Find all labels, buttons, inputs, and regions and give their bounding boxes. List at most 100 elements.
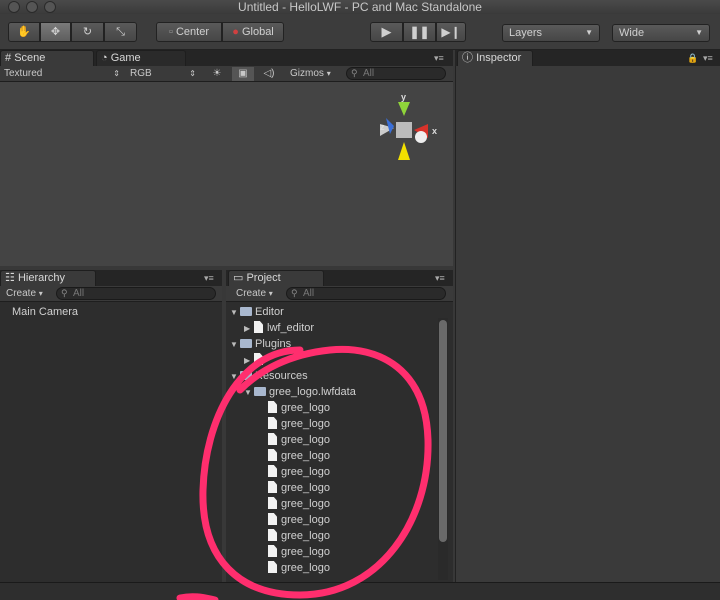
tab-inspector[interactable]: ⓘ Inspector <box>457 50 533 66</box>
step-button[interactable]: ▶❙ <box>436 22 466 42</box>
project-tree-row[interactable]: ▼ Editor <box>230 304 284 320</box>
inspector-body <box>455 66 720 582</box>
expand-arrow-down-icon[interactable]: ▼ <box>230 369 240 385</box>
hierarchy-search-placeholder: All <box>73 288 85 299</box>
project-tree-label: gree_logo <box>281 418 330 430</box>
hand-tool-button[interactable]: ✋ <box>8 22 40 42</box>
panel-menu-icon[interactable]: ▾≡ <box>703 53 713 64</box>
main-toolbar: ✋ ✥ ↻ ⤡ ▫ Center ● Global ▶ ❚❚ ▶❙ Layers <box>0 14 720 50</box>
move-tool-icon: ✥ <box>50 26 61 38</box>
lock-icon[interactable]: 🔒 <box>687 53 698 64</box>
project-tree-row[interactable]: ▼ Plugins <box>230 336 291 352</box>
pivot-center-button[interactable]: ▫ Center <box>156 22 222 42</box>
space-global-button[interactable]: ● Global <box>222 22 284 42</box>
close-window-button[interactable] <box>8 1 20 13</box>
expand-arrow-down-icon[interactable]: ▼ <box>230 337 240 353</box>
project-tree-row[interactable]: ▶ <box>244 352 267 368</box>
project-tabstrip: ▭ Project ▾≡ <box>226 270 453 286</box>
minimize-window-button[interactable] <box>26 1 38 13</box>
fx-toggle[interactable]: ▣ <box>232 67 254 81</box>
pause-icon: ❚❚ <box>409 25 430 39</box>
gizmo-neg-y-axis[interactable] <box>398 142 410 160</box>
project-tree-row[interactable]: gree_logo <box>258 512 330 528</box>
layout-dropdown[interactable]: Wide ▼ <box>612 24 710 42</box>
project-tree-row[interactable]: gree_logo <box>258 544 330 560</box>
project-scrollbar-thumb[interactable] <box>439 320 447 542</box>
layers-dropdown[interactable]: Layers ▼ <box>502 24 600 42</box>
gizmo-y-axis[interactable] <box>398 102 410 116</box>
project-tree-row[interactable]: ▼ Resources <box>230 368 308 384</box>
layers-label: Layers <box>509 27 543 39</box>
game-icon: ◔ <box>101 52 108 64</box>
pivot-icon: ▫ <box>169 26 173 38</box>
file-icon <box>268 401 277 413</box>
gizmo-center-cube[interactable] <box>396 122 412 138</box>
project-tree-row[interactable]: gree_logo <box>258 400 330 416</box>
project-tree-label: gree_logo <box>281 514 330 526</box>
expand-arrow-down-icon[interactable]: ▼ <box>244 385 254 401</box>
scene-control-bar: Textured ⇕ RGB ⇕ ☀ ▣ ◁) Gizmos ▾ ⚲ All <box>0 66 453 82</box>
project-tree-row[interactable]: gree_logo <box>258 560 330 576</box>
project-tree-label: gree_logo <box>281 434 330 446</box>
panel-menu-icon[interactable]: ▾≡ <box>204 273 214 284</box>
project-tree-row[interactable]: gree_logo <box>258 448 330 464</box>
render-mode-dropdown[interactable]: Textured ⇕ <box>4 67 122 81</box>
project-scrollbar[interactable] <box>438 318 448 580</box>
project-tree-label: gree_logo <box>281 546 330 558</box>
hierarchy-list: Main Camera <box>0 302 222 582</box>
play-button[interactable]: ▶ <box>370 22 403 42</box>
tab-hierarchy[interactable]: ☷ Hierarchy <box>0 270 96 286</box>
project-create-label: Create <box>236 288 267 299</box>
scene-orientation-gizmo[interactable]: y x z <box>366 90 446 170</box>
project-tree-row[interactable]: gree_logo <box>258 432 330 448</box>
project-tree-label: gree_logo.lwfdata <box>269 386 356 398</box>
panel-menu-icon[interactable]: ▾≡ <box>434 53 444 64</box>
project-tree-label: Plugins <box>255 338 292 350</box>
color-mode-dropdown[interactable]: RGB ⇕ <box>130 67 200 81</box>
gizmos-dropdown[interactable]: Gizmos ▾ <box>290 67 340 81</box>
tab-game[interactable]: ◔ Game <box>96 50 186 66</box>
expand-arrow-right-icon[interactable]: ▶ <box>244 321 254 337</box>
hierarchy-tabstrip: ☷ Hierarchy ▾≡ <box>0 270 222 286</box>
audio-toggle[interactable]: ◁) <box>260 67 278 81</box>
project-tree-row[interactable]: ▶ lwf_editor <box>244 320 314 336</box>
hierarchy-create-dropdown[interactable]: Create ▾ <box>6 287 50 301</box>
tab-scene[interactable]: # Scene <box>0 50 94 66</box>
file-icon <box>254 353 263 365</box>
project-tree-row[interactable]: gree_logo <box>258 528 330 544</box>
move-tool-button[interactable]: ✥ <box>40 22 71 42</box>
project-tree-row[interactable]: gree_logo <box>258 480 330 496</box>
hierarchy-search-input[interactable]: ⚲ All <box>56 287 216 300</box>
zoom-window-button[interactable] <box>44 1 56 13</box>
scale-tool-button[interactable]: ⤡ <box>104 22 137 42</box>
project-tree-label: gree_logo <box>281 498 330 510</box>
project-tree-row[interactable]: gree_logo <box>258 416 330 432</box>
expand-arrow-right-icon[interactable]: ▶ <box>244 353 254 369</box>
project-control-bar: Create ▾ ⚲ All <box>226 286 453 302</box>
folder-icon <box>240 307 252 316</box>
inspector-tabstrip: ⓘ Inspector 🔒 ▾≡ <box>455 50 720 66</box>
file-icon <box>268 481 277 493</box>
tab-project[interactable]: ▭ Project <box>228 270 324 286</box>
gizmos-label: Gizmos <box>290 68 324 79</box>
project-tree-row[interactable]: ▼ gree_logo.lwfdata <box>244 384 356 400</box>
project-create-dropdown[interactable]: Create ▾ <box>236 287 280 301</box>
project-tree-label: Resources <box>255 370 308 382</box>
gizmo-neg-x-axis[interactable] <box>415 131 427 143</box>
expand-arrow-down-icon[interactable]: ▼ <box>230 305 240 321</box>
folder-icon <box>240 339 252 348</box>
panel-menu-icon[interactable]: ▾≡ <box>435 273 445 284</box>
scene-search-input[interactable]: ⚲ All <box>346 67 446 80</box>
lighting-toggle[interactable]: ☀ <box>208 67 226 81</box>
step-icon: ▶❙ <box>441 25 461 39</box>
pause-button[interactable]: ❚❚ <box>403 22 436 42</box>
project-tree-row[interactable]: gree_logo <box>258 496 330 512</box>
project-search-input[interactable]: ⚲ All <box>286 287 446 300</box>
rotate-tool-button[interactable]: ↻ <box>71 22 104 42</box>
project-tree-label: gree_logo <box>281 530 330 542</box>
file-icon <box>268 465 277 477</box>
hierarchy-item-main-camera[interactable]: Main Camera <box>12 304 78 320</box>
grid-icon: # <box>5 52 12 64</box>
scene-view[interactable]: y x z <box>0 82 453 266</box>
project-tree-row[interactable]: gree_logo <box>258 464 330 480</box>
